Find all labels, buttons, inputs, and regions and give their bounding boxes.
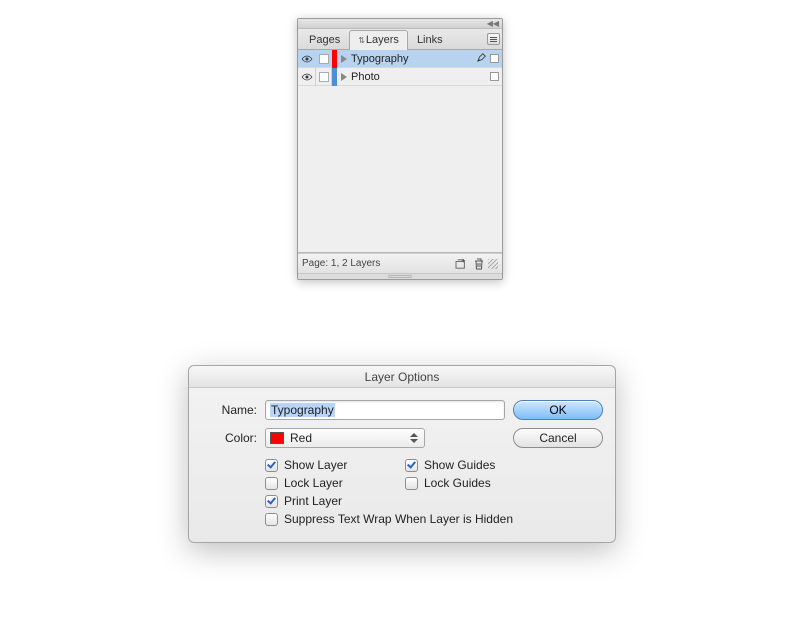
trash-icon: [474, 258, 484, 270]
checkbox-label: Print Layer: [284, 494, 342, 508]
layer-list: Typography Photo: [298, 50, 502, 253]
selection-indicator[interactable]: [490, 72, 499, 81]
checkbox-icon: [265, 495, 278, 508]
name-label: Name:: [201, 403, 257, 417]
lock-layer-checkbox[interactable]: Lock Layer: [265, 476, 405, 490]
show-guides-checkbox[interactable]: Show Guides: [405, 458, 603, 472]
sort-icon: ⇅: [358, 36, 365, 45]
suppress-text-wrap-checkbox[interactable]: Suppress Text Wrap When Layer is Hidden: [265, 512, 603, 526]
resize-grip-icon[interactable]: [488, 259, 498, 269]
lock-toggle[interactable]: [316, 68, 332, 86]
layer-name-label[interactable]: Typography: [351, 53, 477, 65]
visibility-toggle[interactable]: [298, 68, 316, 86]
selection-indicator[interactable]: [490, 54, 499, 63]
new-layer-button[interactable]: [454, 258, 468, 270]
checkbox-icon: [265, 513, 278, 526]
layer-name-label[interactable]: Photo: [351, 71, 490, 83]
tab-links[interactable]: Links: [408, 30, 452, 49]
show-layer-checkbox[interactable]: Show Layer: [265, 458, 405, 472]
checkbox-icon: [265, 459, 278, 472]
eye-icon: [301, 55, 313, 63]
panel-titlebar[interactable]: ◀◀: [298, 19, 502, 29]
layer-color-swatch: [332, 68, 337, 86]
color-select[interactable]: Red: [265, 428, 425, 448]
checkbox-label: Lock Layer: [284, 476, 343, 490]
checkbox-label: Show Layer: [284, 458, 347, 472]
layer-color-swatch: [332, 50, 337, 68]
updown-icon: [408, 433, 420, 443]
layer-row[interactable]: Photo: [298, 68, 502, 86]
disclosure-triangle-icon[interactable]: [341, 55, 347, 63]
checkbox-icon: [265, 477, 278, 490]
tab-layers[interactable]: ⇅Layers: [349, 30, 408, 50]
collapse-icon[interactable]: ◀◀: [487, 20, 499, 28]
layer-options-dialog: Layer Options Name: Typography OK Color:…: [188, 365, 616, 543]
panel-footer: Page: 1, 2 Layers: [298, 253, 502, 273]
disclosure-triangle-icon[interactable]: [341, 73, 347, 81]
cancel-button[interactable]: Cancel: [513, 428, 603, 448]
tab-pages[interactable]: Pages: [300, 30, 349, 49]
checkbox-label: Show Guides: [424, 458, 495, 472]
checkbox-icon: [405, 477, 418, 490]
lock-toggle[interactable]: [316, 50, 332, 68]
dialog-title: Layer Options: [189, 366, 615, 388]
layers-panel: ◀◀ Pages ⇅Layers Links Typography: [297, 18, 503, 280]
checkbox-group: Show Layer Show Guides Lock Layer Lock G…: [265, 458, 603, 526]
color-swatch: [270, 432, 284, 444]
panel-resize-handle[interactable]: [298, 273, 502, 279]
layer-row[interactable]: Typography: [298, 50, 502, 68]
name-input[interactable]: Typography: [265, 400, 505, 420]
eye-icon: [301, 73, 313, 81]
print-layer-checkbox[interactable]: Print Layer: [265, 494, 405, 508]
panel-tabs: Pages ⇅Layers Links: [298, 29, 502, 50]
panel-menu-icon[interactable]: [487, 33, 500, 45]
color-select-value: Red: [290, 431, 402, 445]
lock-guides-checkbox[interactable]: Lock Guides: [405, 476, 603, 490]
checkbox-label: Suppress Text Wrap When Layer is Hidden: [284, 512, 513, 526]
name-input-value: Typography: [270, 403, 335, 417]
checkbox-icon: [405, 459, 418, 472]
new-layer-icon: [455, 259, 467, 269]
pen-icon: [477, 52, 487, 65]
panel-status-text: Page: 1, 2 Layers: [302, 258, 450, 269]
color-label: Color:: [201, 431, 257, 445]
delete-layer-button[interactable]: [472, 258, 486, 270]
checkbox-label: Lock Guides: [424, 476, 491, 490]
tab-layers-label: Layers: [366, 34, 399, 46]
ok-button[interactable]: OK: [513, 400, 603, 420]
visibility-toggle[interactable]: [298, 50, 316, 68]
